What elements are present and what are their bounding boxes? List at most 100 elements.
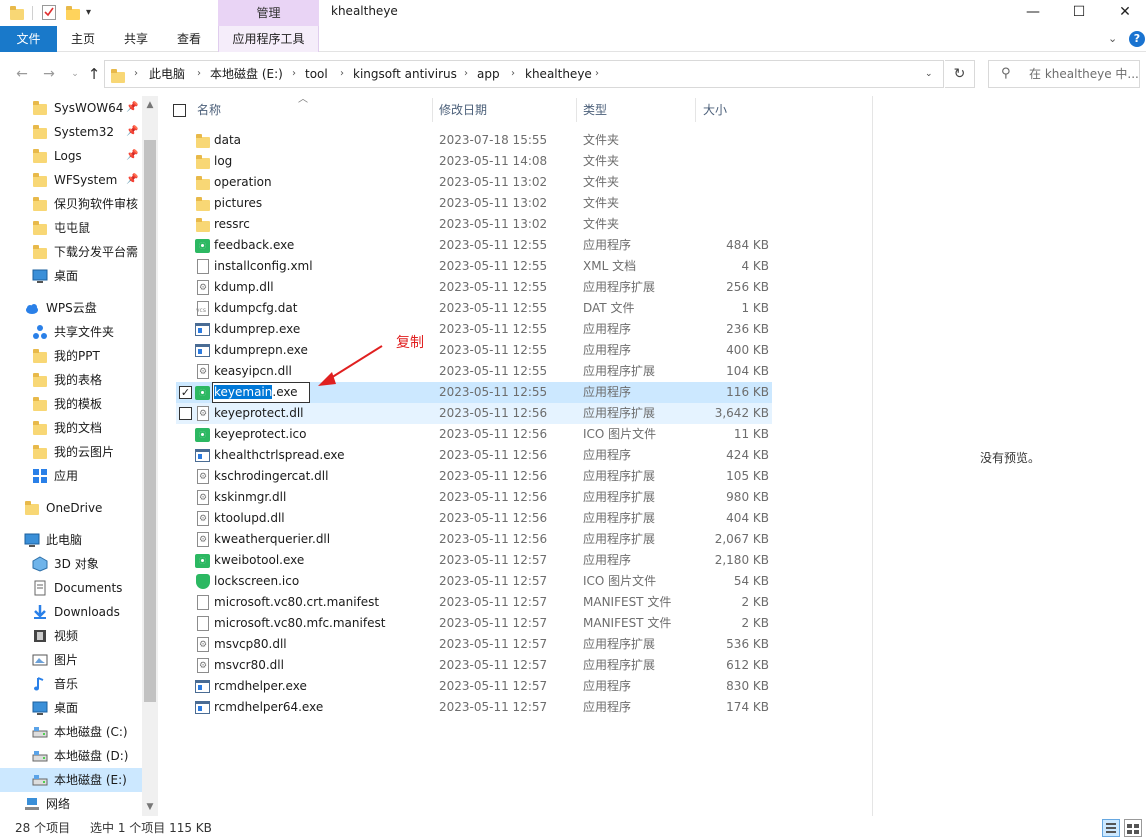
nav-item[interactable]: 应用: [0, 464, 142, 488]
nav-item[interactable]: 桌面: [0, 696, 142, 720]
nav-item[interactable]: 本地磁盘 (E:): [0, 768, 142, 792]
nav-item[interactable]: System32 📌: [0, 120, 142, 144]
nav-item[interactable]: 此电脑: [0, 528, 142, 552]
nav-item[interactable]: Logs 📌: [0, 144, 142, 168]
maximize-button[interactable]: ☐: [1056, 0, 1102, 26]
refresh-button[interactable]: ↻: [945, 60, 975, 88]
nav-item[interactable]: 本地磁盘 (D:): [0, 744, 142, 768]
column-divider[interactable]: [576, 98, 577, 122]
tab-home[interactable]: 主页: [61, 26, 105, 52]
breadcrumb-app[interactable]: app: [477, 61, 500, 87]
breadcrumb-kingsoft-antivirus[interactable]: kingsoft antivirus: [353, 61, 457, 87]
file-row[interactable]: feedback.exe 2023-05-11 12:55 应用程序 484 KB: [176, 235, 772, 256]
chevron-right-icon[interactable]: ›: [595, 61, 599, 87]
file-row[interactable]: kskinmgr.dll 2023-05-11 12:56 应用程序扩展 980 KB: [176, 487, 772, 508]
new-folder-icon[interactable]: [66, 4, 80, 22]
folder-icon[interactable]: [10, 4, 24, 22]
column-header-type[interactable]: 类型: [583, 96, 693, 124]
breadcrumb-khealtheye[interactable]: khealtheye: [525, 61, 592, 87]
nav-item[interactable]: 我的云图片: [0, 440, 142, 464]
up-arrow-icon[interactable]: ↑: [85, 65, 103, 83]
close-button[interactable]: ✕: [1102, 0, 1146, 26]
nav-item[interactable]: 图片: [0, 648, 142, 672]
nav-item[interactable]: OneDrive: [0, 496, 142, 520]
chevron-right-icon[interactable]: ›: [511, 61, 515, 87]
file-row[interactable]: installconfig.xml 2023-05-11 12:55 XML 文档 4…: [176, 256, 772, 277]
nav-item[interactable]: SysWOW64 📌: [0, 96, 142, 120]
nav-item[interactable]: Downloads: [0, 600, 142, 624]
address-bar[interactable]: › 此电脑 › 本地磁盘 (E:) › tool › kingsoft anti…: [104, 60, 944, 88]
nav-item[interactable]: 我的文档: [0, 416, 142, 440]
file-row[interactable]: keasyipcn.dll 2023-05-11 12:55 应用程序扩展 104 K…: [176, 361, 772, 382]
nav-item[interactable]: 我的PPT: [0, 344, 142, 368]
nav-item[interactable]: 共享文件夹: [0, 320, 142, 344]
scrollbar-thumb[interactable]: [144, 140, 156, 702]
breadcrumb-tool[interactable]: tool: [305, 61, 328, 87]
tab-view[interactable]: 查看: [167, 26, 211, 52]
breadcrumb-drive-e[interactable]: 本地磁盘 (E:): [210, 61, 283, 87]
tab-application-tools[interactable]: 应用程序工具: [218, 26, 319, 52]
nav-item[interactable]: 屯屯鼠: [0, 216, 142, 240]
file-row[interactable]: kdump.dll 2023-05-11 12:55 应用程序扩展 256 KB: [176, 277, 772, 298]
nav-pane-scrollbar[interactable]: ▲ ▼: [142, 96, 158, 816]
ribbon-expand-icon[interactable]: ⌄: [1108, 32, 1117, 45]
file-row[interactable]: data 2023-07-18 15:55 文件夹: [176, 130, 772, 151]
nav-item[interactable]: 音乐: [0, 672, 142, 696]
file-row[interactable]: ✓ keyemain.exe 2023-05-11 12:55 应用程序 116 KB: [176, 382, 772, 403]
row-checkbox[interactable]: ✓: [179, 386, 192, 399]
file-row[interactable]: pictures 2023-05-11 13:02 文件夹: [176, 193, 772, 214]
file-row[interactable]: kweibotool.exe 2023-05-11 12:57 应用程序 2,180 …: [176, 550, 772, 571]
column-header-date[interactable]: 修改日期: [439, 96, 574, 124]
row-checkbox[interactable]: [179, 407, 192, 420]
nav-item[interactable]: WPS云盘: [0, 296, 142, 320]
column-divider[interactable]: [695, 98, 696, 122]
search-box[interactable]: ⚲ 在 khealtheye 中...: [988, 60, 1140, 88]
details-view-button[interactable]: [1102, 819, 1120, 837]
column-header-name[interactable]: 名称: [197, 96, 427, 124]
breadcrumb-this-pc[interactable]: 此电脑: [149, 61, 185, 87]
rename-input[interactable]: keyemain.exe: [212, 382, 310, 403]
recent-locations-chevron-icon[interactable]: ⌄: [66, 65, 84, 83]
scroll-up-icon[interactable]: ▲: [142, 100, 158, 110]
nav-item[interactable]: 网络: [0, 792, 142, 816]
file-row[interactable]: kdumpcfg.dat 2023-05-11 12:55 DAT 文件 1 KB: [176, 298, 772, 319]
file-row[interactable]: msvcr80.dll 2023-05-11 12:57 应用程序扩展 612 KB: [176, 655, 772, 676]
chevron-right-icon[interactable]: ›: [464, 61, 468, 87]
file-row[interactable]: ktoolupd.dll 2023-05-11 12:56 应用程序扩展 404 KB: [176, 508, 772, 529]
nav-item[interactable]: 保贝狗软件审核: [0, 192, 142, 216]
nav-item[interactable]: 下载分发平台需: [0, 240, 142, 264]
nav-item[interactable]: 视频: [0, 624, 142, 648]
file-row[interactable]: kweatherquerier.dll 2023-05-11 12:56 应用程序扩…: [176, 529, 772, 550]
column-header-size[interactable]: 大小: [703, 96, 773, 124]
file-row[interactable]: khealthctrlspread.exe 2023-05-11 12:56 应用程…: [176, 445, 772, 466]
file-row[interactable]: kschrodingercat.dll 2023-05-11 12:56 应用程序扩…: [176, 466, 772, 487]
nav-item[interactable]: Documents: [0, 576, 142, 600]
properties-check-icon[interactable]: [42, 4, 56, 22]
file-row[interactable]: keyeprotect.ico 2023-05-11 12:56 ICO 图片文件 1…: [176, 424, 772, 445]
nav-item[interactable]: 本地磁盘 (C:): [0, 720, 142, 744]
file-row[interactable]: operation 2023-05-11 13:02 文件夹: [176, 172, 772, 193]
file-row[interactable]: microsoft.vc80.crt.manifest 2023-05-11 12…: [176, 592, 772, 613]
file-row[interactable]: log 2023-05-11 14:08 文件夹: [176, 151, 772, 172]
chevron-right-icon[interactable]: ›: [197, 61, 201, 87]
file-row[interactable]: rcmdhelper64.exe 2023-05-11 12:57 应用程序 174 …: [176, 697, 772, 718]
tab-share[interactable]: 共享: [114, 26, 158, 52]
large-icons-view-button[interactable]: [1124, 819, 1142, 837]
file-row[interactable]: keyeprotect.dll 2023-05-11 12:56 应用程序扩展 3,6…: [176, 403, 772, 424]
column-divider[interactable]: [432, 98, 433, 122]
nav-item[interactable]: 3D 对象: [0, 552, 142, 576]
nav-item[interactable]: 我的模板: [0, 392, 142, 416]
chevron-right-icon[interactable]: ›: [292, 61, 296, 87]
minimize-button[interactable]: —: [1010, 0, 1056, 26]
select-all-checkbox[interactable]: [173, 104, 186, 117]
nav-item[interactable]: 我的表格: [0, 368, 142, 392]
file-row[interactable]: microsoft.vc80.mfc.manifest 2023-05-11 12…: [176, 613, 772, 634]
forward-arrow-icon[interactable]: →: [40, 65, 58, 83]
nav-item[interactable]: WFSystem 📌: [0, 168, 142, 192]
help-icon[interactable]: ?: [1129, 31, 1145, 47]
quick-access-dropdown-icon[interactable]: ▾: [86, 4, 96, 22]
chevron-right-icon[interactable]: ›: [134, 61, 138, 87]
back-arrow-icon[interactable]: ←: [13, 65, 31, 83]
address-dropdown-icon[interactable]: ⌄: [925, 61, 933, 87]
tab-file[interactable]: 文件: [0, 26, 57, 52]
